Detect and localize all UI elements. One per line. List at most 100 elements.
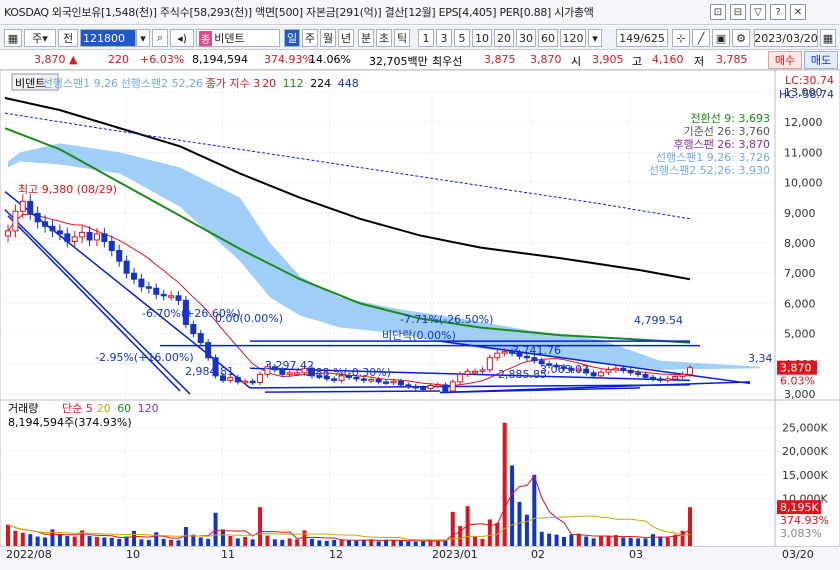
volume-legend-item: 단순 5 xyxy=(62,402,93,415)
volume-bar xyxy=(480,538,485,546)
interval-10[interactable]: 10 xyxy=(472,29,492,47)
volume-bar xyxy=(621,537,626,546)
volume-bar xyxy=(450,511,455,546)
y-tick-label: 6,000 xyxy=(784,297,816,310)
volume-bar xyxy=(473,536,478,546)
period-minute[interactable]: 분 xyxy=(358,29,374,47)
calendar-icon[interactable]: ▦ xyxy=(820,29,836,47)
volume-bar xyxy=(57,534,62,546)
interval-1[interactable]: 1 xyxy=(418,29,434,47)
quote-turnover: 14.06% xyxy=(309,53,351,66)
grid-icon[interactable]: ▦ xyxy=(4,29,22,47)
interval-dropdown-icon[interactable]: ▾ xyxy=(588,29,602,47)
buy-button[interactable]: 매수 xyxy=(768,51,802,69)
volume-bar xyxy=(636,538,641,546)
volume-bar xyxy=(139,539,144,546)
volume-bar xyxy=(576,533,581,546)
volume-bar xyxy=(220,529,225,546)
volume-bar xyxy=(198,537,203,546)
period-tick[interactable]: 틱 xyxy=(394,29,410,47)
legend-item: 비덴트 xyxy=(15,77,45,90)
crosshair-icon[interactable]: ⊹ xyxy=(672,29,690,47)
candle-body xyxy=(434,384,441,387)
candle-body xyxy=(190,324,197,335)
interval-60[interactable]: 60 xyxy=(538,29,558,47)
interval-5[interactable]: 5 xyxy=(454,29,470,47)
candle-body xyxy=(234,376,241,383)
candle-body xyxy=(205,342,212,359)
chart-annotation: 2,984.81 xyxy=(185,365,234,378)
code-input[interactable]: 121800 xyxy=(80,29,136,47)
candle-body xyxy=(427,385,434,390)
period-year[interactable]: 년 xyxy=(338,29,354,47)
volume-bar xyxy=(228,536,233,546)
candle-body xyxy=(331,378,338,381)
draw-line-icon[interactable]: ╱ xyxy=(692,29,710,47)
candle-body xyxy=(598,371,605,377)
candle-body xyxy=(612,367,619,371)
interval-3[interactable]: 3 xyxy=(436,29,452,47)
volume-bar xyxy=(547,533,552,546)
candle-body xyxy=(360,378,367,381)
candle-body xyxy=(101,233,108,242)
x-label: 2023/01 xyxy=(432,548,478,561)
interval-20[interactable]: 20 xyxy=(494,29,514,47)
chevron-down-icon[interactable]: ▾ xyxy=(136,29,150,47)
y-tick-label: 5,000 xyxy=(784,328,816,341)
y-tick-label: 11,000 xyxy=(784,146,823,159)
candle-body xyxy=(286,372,293,375)
candle-body xyxy=(79,231,86,238)
legend-item: 112 xyxy=(283,77,304,90)
vol-y-tick: 25,000K xyxy=(782,421,828,434)
sound-icon[interactable]: ◂) xyxy=(170,29,194,47)
restore-icon[interactable]: ⊡ xyxy=(710,4,726,20)
period-day[interactable]: 일 xyxy=(284,29,300,47)
volume-legend-item: 20 xyxy=(97,402,111,415)
chart-toolbar: ▦ 주 ▾ 전 121800 ▾ ⌕ ◂) 종 비덴트 일 주 월 년 분 초 틱… xyxy=(0,26,840,50)
volume-bar xyxy=(532,474,537,546)
dropdown-icon[interactable]: ▽ xyxy=(750,4,766,20)
quote-volume-ratio: 374.93% xyxy=(264,53,313,66)
legend-item: 선행스팬1 9,26 xyxy=(43,77,118,90)
legend-item: 20 xyxy=(262,77,276,90)
candle-body xyxy=(486,357,493,371)
settings-icon[interactable]: ⚙ xyxy=(732,29,750,47)
volume-bar xyxy=(132,530,137,546)
search-icon[interactable]: ⌕ xyxy=(152,29,168,47)
candle-body xyxy=(49,225,56,232)
date-input[interactable]: 2023/03/20 xyxy=(754,29,818,47)
sell-button[interactable]: 매도 xyxy=(804,51,838,69)
candle-body xyxy=(687,367,693,375)
candle-body xyxy=(590,372,597,377)
period-week[interactable]: 주 xyxy=(302,29,318,47)
legend-item: 224 xyxy=(310,77,331,90)
price-marker: 3,870 xyxy=(780,362,812,375)
chart-annotation: 3,34 xyxy=(748,352,773,365)
candle-body xyxy=(531,357,538,362)
interval-30[interactable]: 30 xyxy=(516,29,536,47)
candle-body xyxy=(5,230,11,237)
minimize-icon[interactable]: ⊟ xyxy=(730,4,746,20)
legend-item: 448 xyxy=(338,77,359,90)
help-icon[interactable]: ? xyxy=(770,4,786,20)
candle-body xyxy=(160,293,167,297)
x-label: 02 xyxy=(531,548,545,561)
save-icon[interactable]: ▣ xyxy=(712,29,730,47)
stock-name-field[interactable]: 종 비덴트 xyxy=(196,29,280,47)
volume-bar xyxy=(272,539,277,546)
period-month[interactable]: 월 xyxy=(320,29,336,47)
volume-bar xyxy=(539,531,544,546)
period-second[interactable]: 초 xyxy=(376,29,392,47)
close-icon[interactable]: ✕ xyxy=(790,4,806,20)
interval-120[interactable]: 120 xyxy=(560,29,586,47)
candle-body xyxy=(494,352,501,359)
candle-body xyxy=(627,369,634,374)
candle-body xyxy=(472,370,479,374)
vol-y-tick: 20,000K xyxy=(782,445,828,458)
volume-bar xyxy=(13,530,18,546)
date-axis: 2022/08 10 11 12 2023/01 02 03 03/20 xyxy=(0,546,840,570)
volume-bar xyxy=(109,537,114,546)
market-select[interactable]: 전 xyxy=(58,29,78,47)
type-select[interactable]: 주 ▾ xyxy=(24,29,56,47)
price-chart[interactable]: 13,00012,00011,00010,0009,0008,0007,0006… xyxy=(0,70,840,548)
